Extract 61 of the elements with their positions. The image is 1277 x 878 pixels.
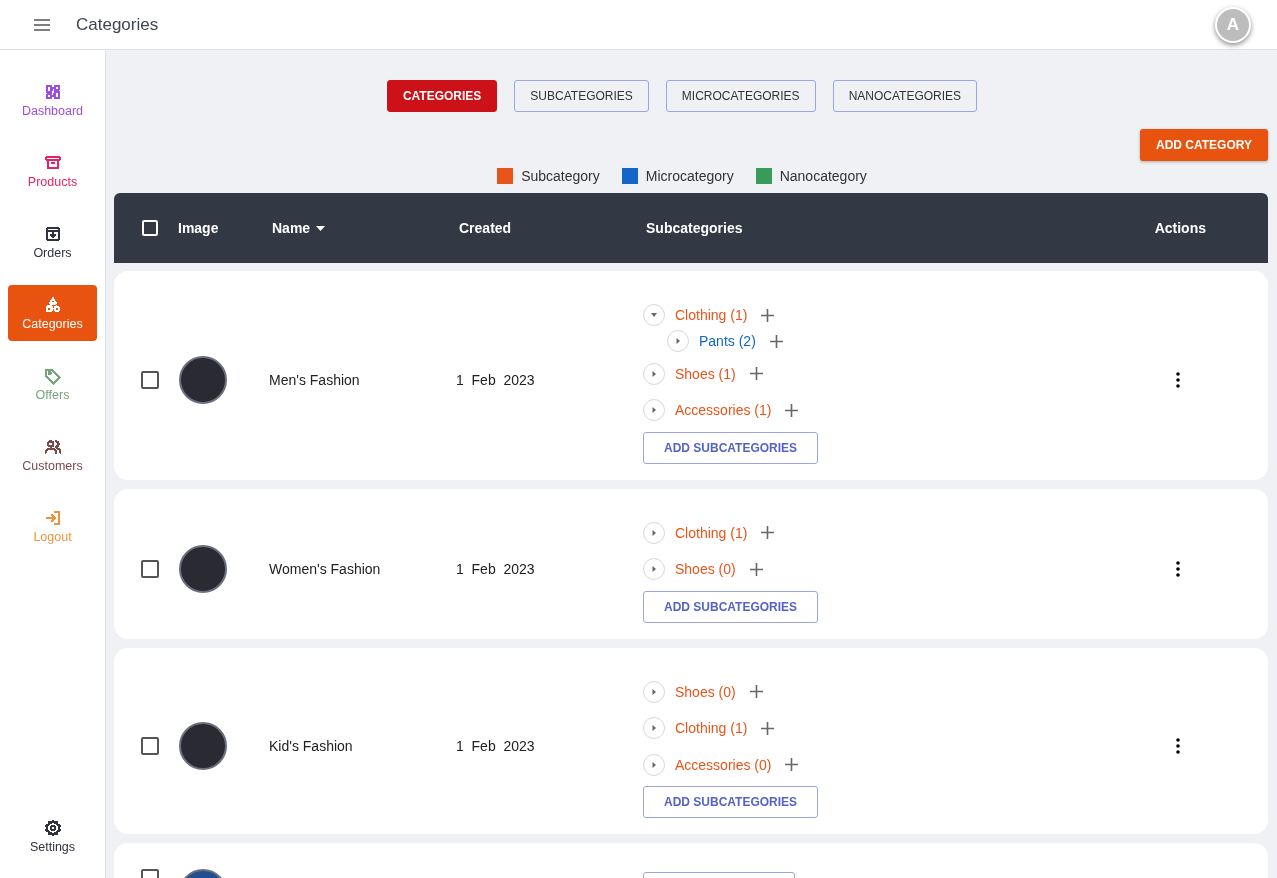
more-options-icon[interactable] (1176, 737, 1180, 754)
sidebar-item[interactable]: Products (8, 143, 97, 199)
category-tab[interactable]: NANOCATEGORIES (832, 80, 978, 112)
plus-icon[interactable] (769, 334, 783, 348)
photo-placeholder (179, 721, 227, 770)
plus-icon[interactable] (785, 758, 799, 772)
category-tab[interactable]: CATEGORIES (386, 80, 498, 112)
legend-label: Subcategory (521, 168, 600, 184)
plus-icon[interactable] (785, 403, 799, 417)
row-checkbox[interactable] (141, 559, 159, 578)
category-name: Kid's Fashion (269, 737, 354, 754)
sidebar-item[interactable]: Dashboard (8, 72, 97, 128)
settings-icon (43, 818, 62, 837)
category-tab[interactable]: SUBCATEGORIES (514, 80, 649, 112)
column-header[interactable]: Created (459, 220, 512, 236)
category-name: Women's Fashion (269, 560, 382, 577)
column-header[interactable]: Name (272, 220, 326, 236)
created-date: 1 Feb 2023 (456, 372, 536, 389)
subcategory-link[interactable]: Clothing (1) (675, 720, 748, 737)
plus-icon[interactable] (761, 308, 775, 322)
subcategory-link[interactable]: Pants (2) (699, 333, 756, 349)
subcategory-link[interactable]: Clothing (1) (675, 524, 748, 541)
subcategory-link[interactable]: Shoes (0) (675, 683, 736, 700)
page-title: Categories (76, 14, 160, 35)
subcategory-link[interactable]: Accessories (1) (675, 402, 772, 419)
column-header[interactable]: Actions (1154, 220, 1206, 236)
column-header[interactable]: Image (178, 220, 219, 236)
plus-icon[interactable] (749, 685, 763, 699)
subcategory-link[interactable]: Shoes (0) (675, 561, 736, 578)
category-tab[interactable]: MICROCATEGORIES (665, 80, 816, 112)
plus-icon[interactable] (749, 367, 763, 381)
menu-icon[interactable] (34, 18, 50, 31)
sidebar-item[interactable]: Categories (8, 285, 97, 341)
legend-label: Nanocategory (779, 168, 867, 184)
subcategory-link[interactable]: Clothing (1) (675, 307, 748, 324)
plus-icon[interactable] (761, 526, 775, 540)
sidebar-item[interactable]: Orders (8, 214, 97, 270)
sort-caret-icon[interactable] (316, 225, 326, 231)
plus-icon[interactable] (761, 721, 775, 735)
subcategory-link[interactable]: Shoes (1) (675, 365, 736, 382)
sidebar-item[interactable]: Customers (8, 427, 97, 483)
column-header[interactable]: Subcategories (646, 220, 743, 236)
row-checkbox[interactable] (141, 736, 159, 755)
add-subcategories-button[interactable]: ADD SUBCATEGORIES (643, 786, 819, 818)
sidebar-item[interactable]: Offers (8, 356, 97, 412)
created-date: 1 Feb 2023 (456, 560, 536, 577)
category-name: Men's Fashion (269, 372, 361, 389)
plus-icon[interactable] (749, 562, 763, 576)
add-subcategories-button[interactable]: ADD SUBCATEGORIES (643, 431, 819, 464)
photo-placeholder (179, 356, 227, 405)
more-options-icon[interactable] (1176, 372, 1180, 389)
photo-placeholder (179, 544, 227, 593)
legend-label: Microcategory (645, 168, 734, 184)
add-category-button[interactable]: ADD CATEGORY (1140, 129, 1268, 161)
sidebar-item[interactable]: Settings (8, 808, 97, 864)
created-date: 1 Feb 2023 (456, 737, 536, 754)
add-subcategories-button[interactable]: ADD SUBCATEGORIES (643, 590, 819, 623)
subcategory-link[interactable]: Accessories (0) (675, 756, 772, 773)
more-options-icon[interactable] (1176, 560, 1180, 577)
row-checkbox[interactable] (141, 371, 159, 390)
select-all-checkbox[interactable] (142, 220, 158, 236)
